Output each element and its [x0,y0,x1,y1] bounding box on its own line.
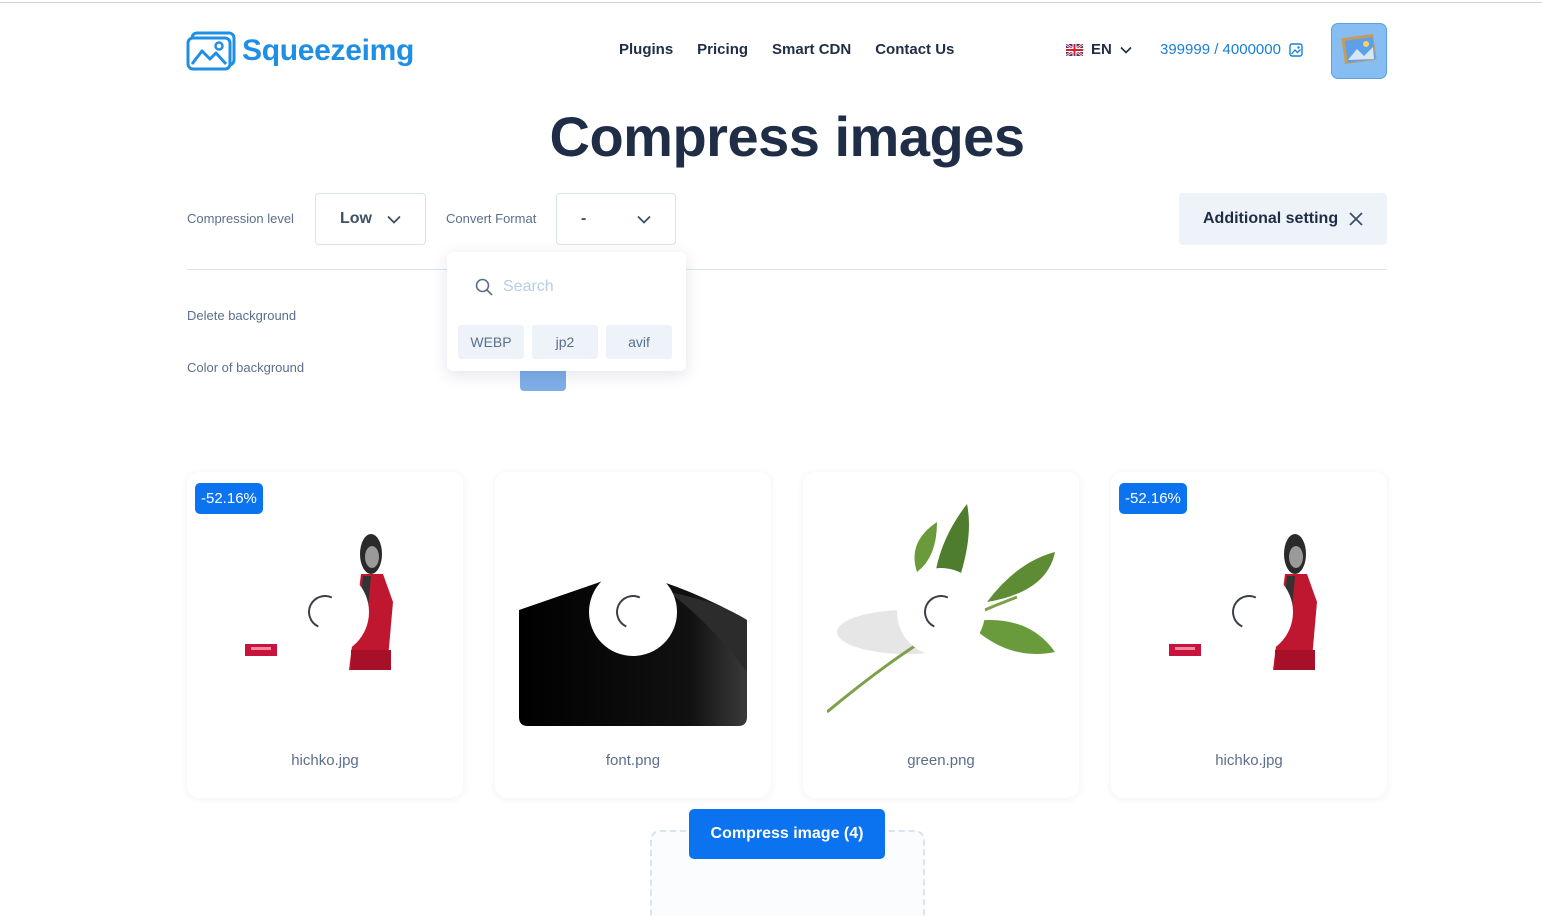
savings-badge: -52.16% [195,483,263,514]
format-option-webp[interactable]: WEBP [458,325,524,359]
page-title: Compress images [549,105,1025,168]
loading-spinner [281,568,369,656]
image-card[interactable]: green.png [803,472,1079,798]
image-card[interactable]: -52.16% hichko.jpg [187,472,463,798]
chevron-down-icon [1120,46,1132,54]
picture-avatar-icon [1341,33,1377,65]
compress-images-button[interactable]: Compress image (4) [689,809,885,859]
settings-divider [187,269,1387,270]
nav-smart-cdn[interactable]: Smart CDN [772,41,851,58]
color-background-label: Color of background [187,360,305,375]
format-search [475,278,643,296]
image-filename: font.png [605,752,661,769]
language-code: EN [1091,41,1112,58]
close-icon[interactable] [1349,212,1363,226]
loading-spinner [897,568,985,656]
image-filename: hichko.jpg [291,752,359,769]
nav-plugins[interactable]: Plugins [619,41,673,58]
image-quota-icon [1289,42,1303,57]
additional-setting-label: Additional setting [1203,210,1339,227]
savings-badge: -52.16% [1119,483,1187,514]
top-border [0,2,1542,3]
uk-flag-icon [1066,43,1083,56]
convert-format-value: - [581,210,587,227]
compression-level-label: Compression level [187,211,294,226]
chevron-down-icon [387,215,401,224]
image-logo-icon [186,31,236,71]
image-card[interactable]: font.png [495,472,771,798]
chevron-down-icon [637,215,651,224]
format-option-avif[interactable]: avif [606,325,672,359]
search-icon [475,278,493,296]
compression-level-select[interactable]: Low [315,193,426,245]
nav-contact-us[interactable]: Contact Us [875,41,954,58]
user-avatar[interactable] [1331,23,1387,79]
format-dropdown: WEBP jp2 avif [447,252,686,371]
loading-spinner [1205,568,1293,656]
nav-pricing[interactable]: Pricing [697,41,748,58]
format-search-input[interactable] [503,278,643,296]
additional-setting-button[interactable]: Additional setting [1179,193,1387,245]
main-nav: Plugins Pricing Smart CDN Contact Us [619,41,954,58]
image-filename: hichko.jpg [1215,752,1283,769]
quota-text: 399999 / 4000000 [1160,41,1281,58]
delete-background-label: Delete background [187,308,297,323]
quota-counter: 399999 / 4000000 [1160,41,1303,58]
format-option-jp2[interactable]: jp2 [532,325,598,359]
language-selector[interactable]: EN [1066,41,1132,58]
loading-spinner [589,568,677,656]
compression-level-value: Low [340,210,372,227]
convert-format-select[interactable]: - [556,193,676,245]
image-card[interactable]: -52.16% hichko.jpg [1111,472,1387,798]
logo[interactable]: Squeezeimg [186,31,414,71]
logo-text: Squeezeimg [242,34,415,67]
convert-format-label: Convert Format [446,211,537,226]
image-filename: green.png [907,752,975,769]
